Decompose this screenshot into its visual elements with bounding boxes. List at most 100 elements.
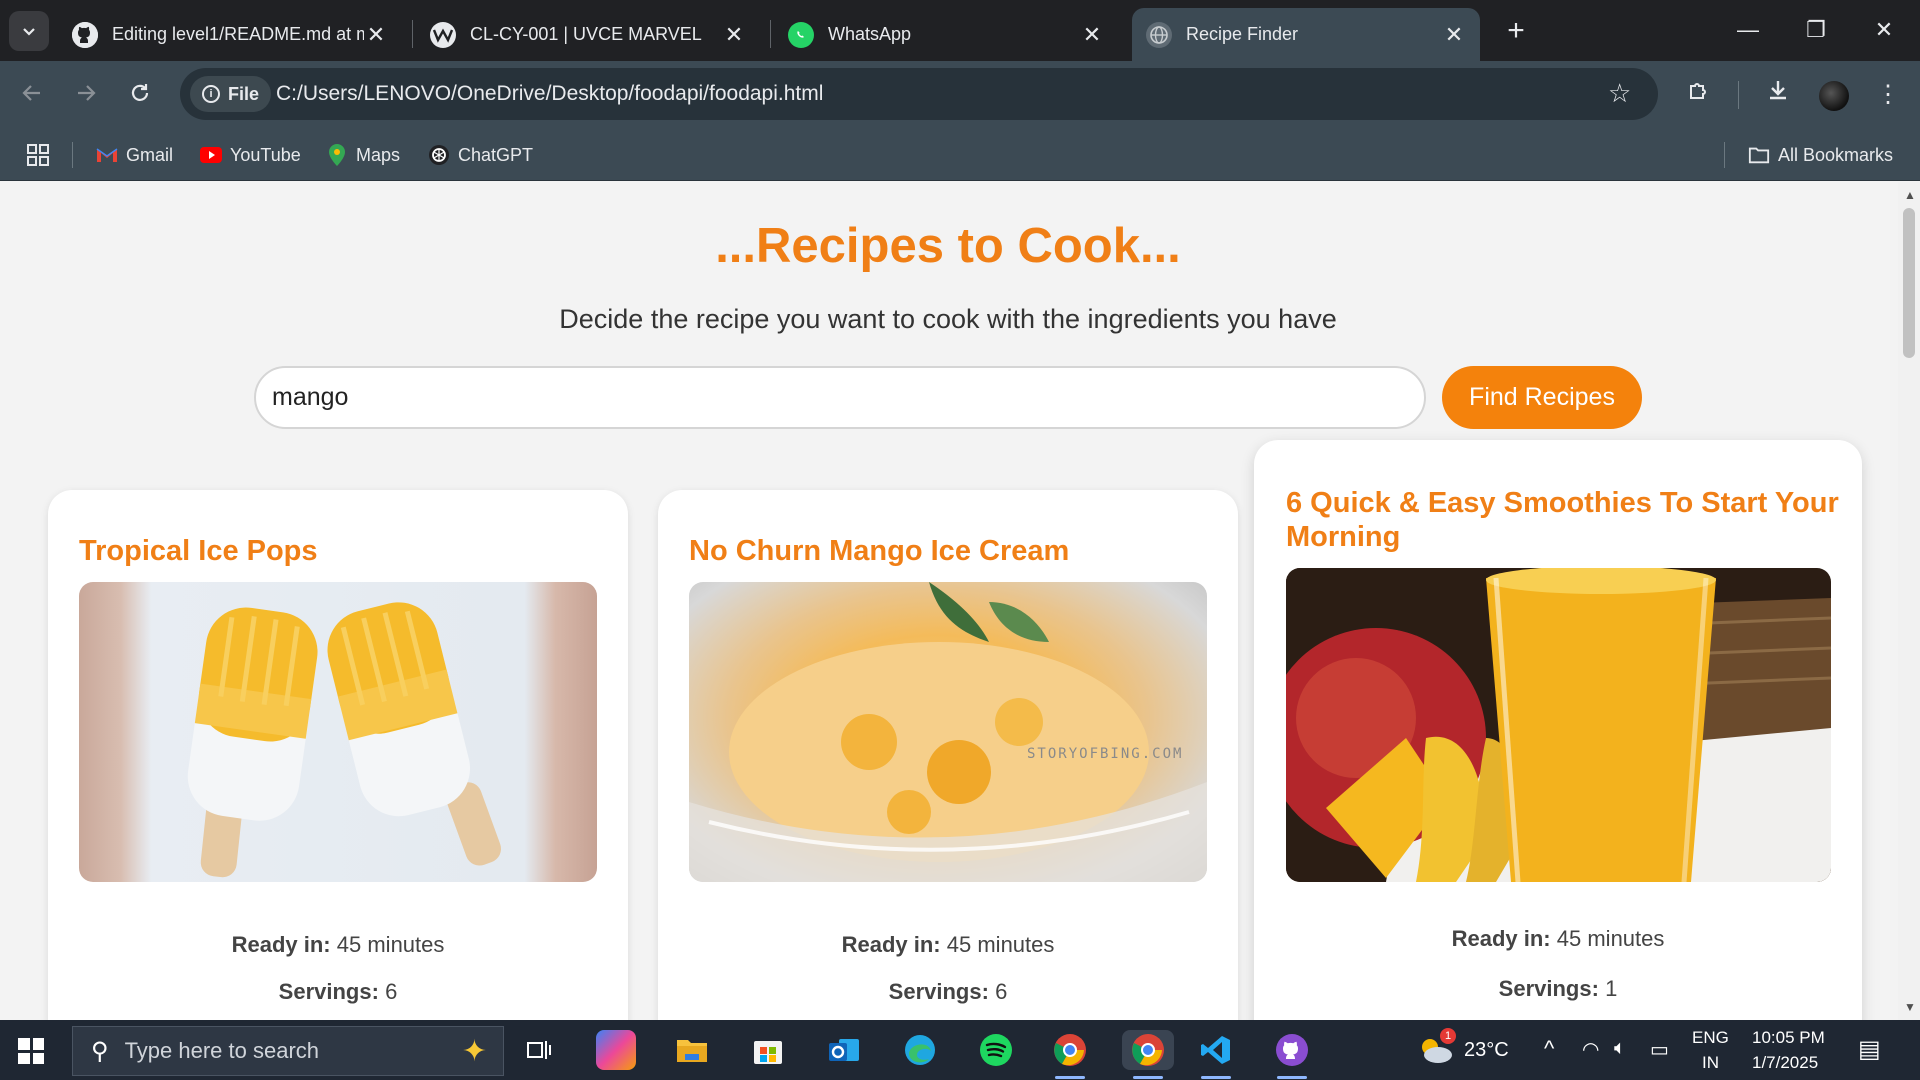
extensions-button[interactable] — [1677, 73, 1721, 117]
file-explorer-icon[interactable] — [672, 1030, 712, 1070]
apps-button[interactable] — [26, 140, 50, 170]
ready-time: Ready in: 45 minutes — [48, 932, 628, 958]
recipe-title[interactable]: Tropical Ice Pops — [79, 534, 599, 568]
mango-ice-cream-image: STORYOFBING.COM — [689, 582, 1207, 882]
address-bar[interactable]: i File C:/Users/LENOVO/OneDrive/Desktop/… — [180, 68, 1658, 120]
taskbar-search-box[interactable]: ⚲ Type here to search ✦ — [72, 1026, 504, 1076]
close-tab-icon[interactable]: ✕ — [722, 22, 746, 48]
ready-label: Ready in: — [231, 932, 331, 957]
tab-divider — [412, 20, 413, 48]
chrome-profile-icon[interactable] — [1050, 1030, 1090, 1070]
back-button[interactable] — [10, 73, 54, 117]
bookmark-star-icon[interactable]: ☆ — [1608, 78, 1631, 109]
bookmark-maps[interactable]: Maps — [326, 140, 400, 170]
whatsapp-icon — [788, 21, 814, 48]
chrome-active-icon[interactable] — [1122, 1030, 1174, 1070]
bookmark-divider — [1724, 142, 1725, 168]
weather-temperature[interactable]: 23°C — [1464, 1039, 1509, 1062]
new-tab-button[interactable]: + — [1496, 12, 1536, 52]
tab-github[interactable]: Editing level1/README.md at m ✕ — [58, 8, 402, 61]
bookmark-youtube[interactable]: YouTube — [200, 140, 301, 170]
copilot-icon[interactable] — [596, 1030, 636, 1070]
tab-uvce-marvel[interactable]: CL-CY-001 | UVCE MARVEL ✕ — [416, 8, 760, 61]
page-scrollbar[interactable]: ▲ ▼ — [1898, 182, 1920, 1020]
clock-time[interactable]: 10:05 PM — [1752, 1028, 1825, 1048]
puzzle-icon — [1690, 83, 1706, 99]
ready-value: 45 minutes — [336, 932, 445, 957]
app-running-indicator — [1055, 1076, 1085, 1079]
region-indicator[interactable]: IN — [1702, 1053, 1719, 1073]
reload-button[interactable] — [118, 73, 162, 117]
tab-divider — [770, 20, 771, 48]
bookmark-chatgpt[interactable]: ChatGPT — [428, 140, 533, 170]
edge-icon[interactable] — [900, 1030, 940, 1070]
microsoft-store-icon[interactable] — [748, 1030, 788, 1070]
wifi-icon[interactable]: ◠ — [1582, 1037, 1599, 1062]
minimize-button[interactable]: — — [1716, 8, 1780, 52]
recipe-card[interactable]: No Churn Mango Ice Cream STORYOFBING.COM… — [658, 490, 1238, 1020]
ready-label: Ready in: — [841, 932, 941, 957]
ingredient-search-input[interactable] — [254, 366, 1426, 429]
battery-icon[interactable]: ▭ — [1650, 1037, 1669, 1062]
tab-whatsapp[interactable]: WhatsApp ✕ — [774, 8, 1118, 61]
tab-recipe-finder[interactable]: Recipe Finder ✕ — [1132, 8, 1480, 61]
spotify-icon[interactable] — [976, 1030, 1016, 1070]
scroll-down-arrow-icon[interactable]: ▼ — [1904, 1000, 1916, 1014]
chevron-up-icon[interactable]: ^ — [1544, 1036, 1554, 1062]
site-info-label: File — [228, 83, 260, 104]
smoothie-image — [1286, 568, 1831, 882]
servings-label: Servings: — [1498, 976, 1599, 1001]
bookmark-label: Gmail — [126, 144, 174, 165]
page-viewport: ...Recipes to Cook... Decide the recipe … — [0, 182, 1898, 1020]
folder-icon — [1748, 144, 1770, 166]
close-tab-icon[interactable]: ✕ — [364, 22, 388, 48]
notifications-icon[interactable]: ▤ — [1858, 1035, 1881, 1064]
tab-strip: Editing level1/README.md at m ✕ CL-CY-00… — [0, 0, 1920, 61]
recipe-image: STORYOFBING.COM — [689, 582, 1207, 882]
app-running-indicator — [1133, 1076, 1163, 1079]
close-tab-icon[interactable]: ✕ — [1080, 22, 1104, 48]
apps-grid-icon — [27, 144, 49, 166]
bookmark-label: Maps — [356, 144, 401, 165]
language-indicator[interactable]: ENG — [1692, 1028, 1729, 1048]
downloads-button[interactable] — [1756, 73, 1800, 117]
site-info-chip[interactable]: i File — [190, 76, 272, 112]
download-icon — [1770, 81, 1786, 100]
scroll-up-arrow-icon[interactable]: ▲ — [1904, 188, 1916, 202]
tab-search-button[interactable] — [9, 11, 49, 51]
restore-button[interactable]: ❐ — [1784, 8, 1848, 52]
profile-avatar[interactable] — [1819, 81, 1849, 111]
menu-button[interactable]: ⋮ — [1866, 73, 1910, 117]
tab-title: WhatsApp — [828, 24, 912, 44]
scrollbar-thumb[interactable] — [1903, 208, 1915, 358]
outlook-icon[interactable] — [824, 1030, 864, 1070]
clock-date[interactable]: 1/7/2025 — [1752, 1053, 1818, 1073]
watermark-text: STORYOFBING.COM — [1027, 746, 1183, 762]
bookmark-gmail[interactable]: Gmail — [96, 140, 173, 170]
arrow-right-icon — [78, 85, 96, 101]
page-heading: ...Recipes to Cook... — [715, 219, 1181, 273]
close-window-button[interactable]: ✕ — [1852, 8, 1916, 52]
arrow-left-icon — [22, 85, 40, 101]
ready-value: 45 minutes — [1556, 926, 1665, 951]
all-bookmarks-button[interactable]: All Bookmarks — [1748, 140, 1893, 170]
bookmark-label: YouTube — [230, 144, 301, 165]
volume-icon[interactable]: 🔈︎ — [1614, 1037, 1626, 1060]
servings: Servings: 6 — [658, 979, 1238, 1005]
recipe-title[interactable]: 6 Quick & Easy Smoothies To Start Your M… — [1286, 486, 1846, 554]
url-text[interactable]: C:/Users/LENOVO/OneDrive/Desktop/foodapi… — [276, 82, 823, 106]
task-view-icon[interactable] — [520, 1030, 560, 1070]
recipe-title[interactable]: No Churn Mango Ice Cream — [689, 534, 1209, 568]
find-recipes-button[interactable]: Find Recipes — [1442, 366, 1642, 429]
close-tab-icon[interactable]: ✕ — [1442, 22, 1466, 48]
all-bookmarks-label: All Bookmarks — [1778, 144, 1894, 165]
search-icon: ⚲ — [91, 1037, 109, 1065]
forward-button[interactable] — [64, 73, 108, 117]
github-desktop-icon[interactable] — [1272, 1030, 1312, 1070]
copilot-sparkle-icon: ✦ — [461, 1034, 487, 1068]
marvel-icon — [430, 21, 456, 48]
recipe-card[interactable]: 6 Quick & Easy Smoothies To Start Your M… — [1254, 440, 1862, 1020]
vscode-icon[interactable] — [1196, 1030, 1236, 1070]
recipe-card[interactable]: Tropical Ice Pops Ready in: 45 minutes S… — [48, 490, 628, 1020]
windows-start-icon[interactable] — [18, 1038, 44, 1064]
